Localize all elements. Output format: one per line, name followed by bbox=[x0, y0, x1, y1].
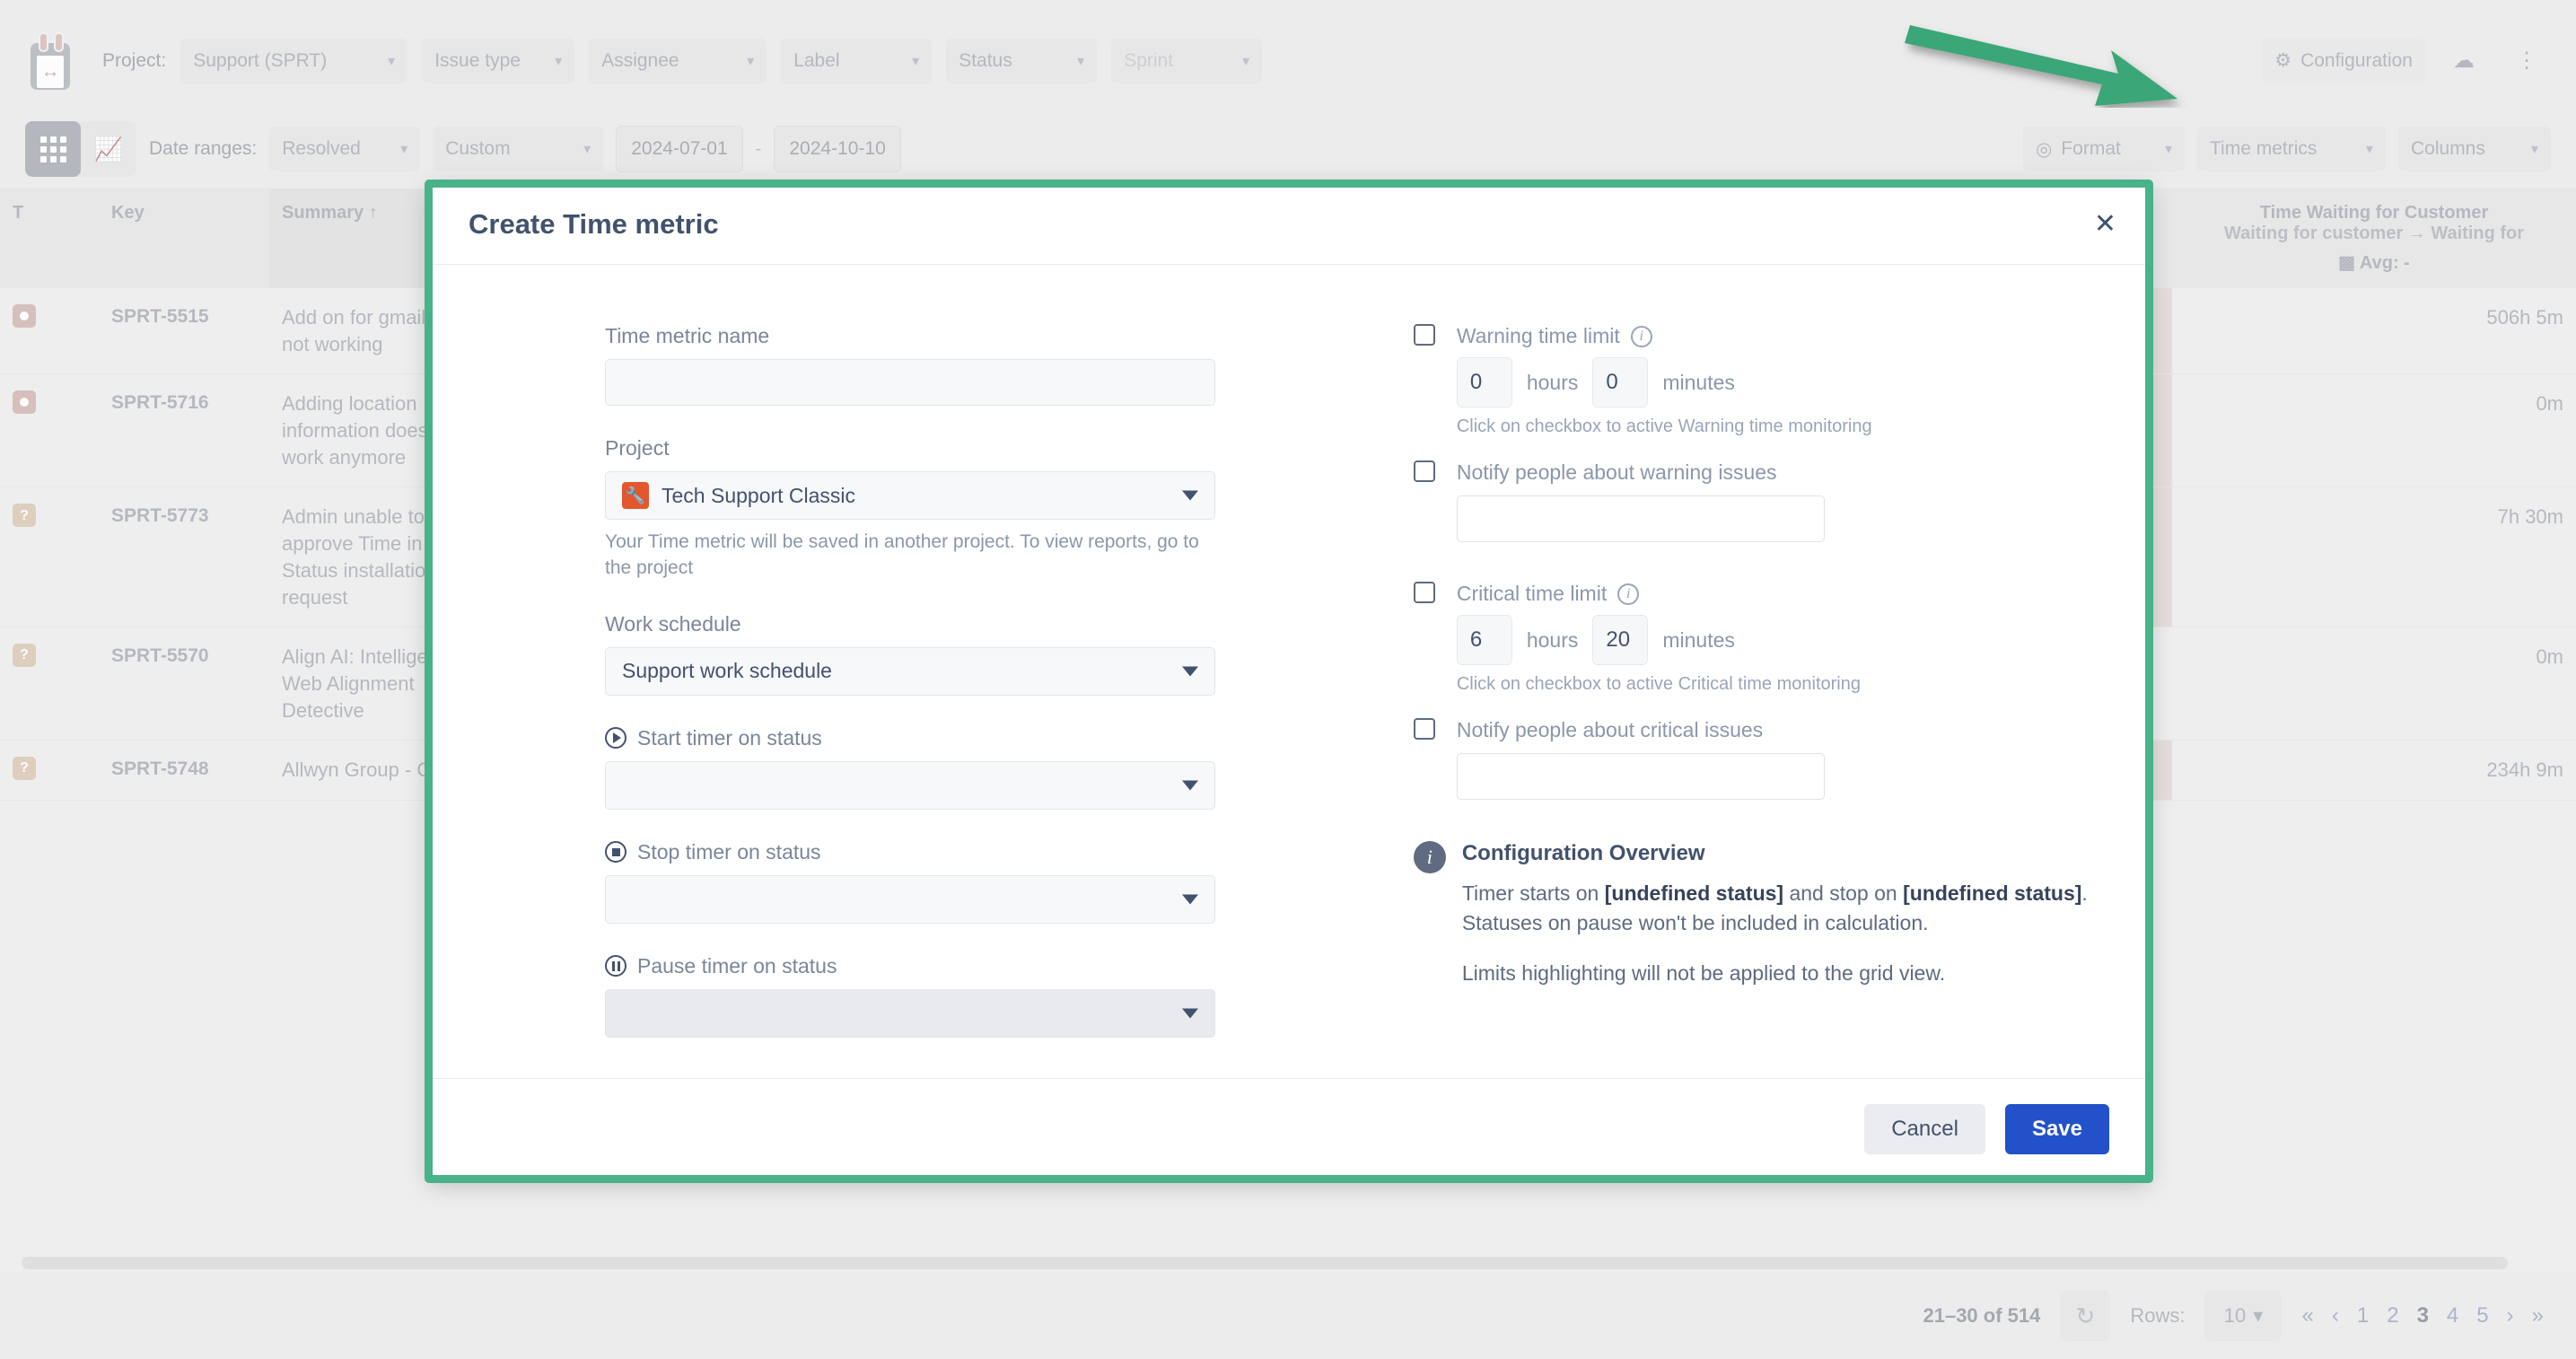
critical-notify-label: Notify people about critical issues bbox=[1456, 718, 1764, 741]
chevron-down-icon bbox=[1182, 490, 1198, 501]
warning-minutes-input[interactable] bbox=[1592, 357, 1649, 408]
chevron-down-icon bbox=[1182, 894, 1198, 905]
configuration-overview-body: Configuration Overview Timer starts on [… bbox=[1462, 841, 2109, 1008]
time-metric-name-label: Time metric name bbox=[605, 324, 770, 347]
stop-timer-row: Stop timer on status bbox=[605, 840, 1313, 864]
stop-timer-select[interactable] bbox=[605, 874, 1215, 924]
warning-notify-checkbox[interactable] bbox=[1413, 460, 1435, 482]
configuration-overview-title: Configuration Overview bbox=[1461, 841, 1705, 865]
pause-timer-select[interactable] bbox=[605, 988, 1215, 1038]
critical-limit-time-row: hours minutes bbox=[1414, 615, 2109, 665]
overview-line1-c: and stop on bbox=[1783, 881, 1904, 905]
work-schedule-value: Support work schedule bbox=[622, 659, 832, 683]
project-hint: Your Time metric will be saved in anothe… bbox=[605, 531, 1199, 579]
chevron-down-icon bbox=[1182, 1008, 1198, 1019]
critical-hours-input[interactable] bbox=[1456, 615, 1512, 665]
work-schedule-label: Work schedule bbox=[605, 611, 741, 636]
overview-line1-b: [undefined status] bbox=[1604, 881, 1784, 905]
start-timer-row: Start timer on status bbox=[605, 726, 1313, 750]
overview-paragraph-2: Limits highlighting will not be applied … bbox=[1461, 960, 1946, 985]
pause-circle-icon bbox=[605, 955, 626, 978]
dialog-left-column: Time metric name Project 🔧 Tech Support … bbox=[469, 304, 1313, 1078]
overview-line1-a: Timer starts on bbox=[1461, 881, 1605, 905]
critical-limit-block: Critical time limit i hours minutes Clic… bbox=[1413, 582, 2109, 800]
info-circle-icon[interactable]: i bbox=[1617, 583, 1640, 605]
start-timer-label: Start timer on status bbox=[637, 725, 822, 750]
overview-line1-d: [undefined status] bbox=[1903, 881, 2082, 905]
configuration-overview: i Configuration Overview Timer starts on… bbox=[1413, 841, 2109, 1008]
critical-minutes-unit: minutes bbox=[1662, 627, 1735, 652]
dialog-right-column: Warning time limit i hours minutes Click… bbox=[1313, 304, 2109, 1078]
dialog-body: Time metric name Project 🔧 Tech Support … bbox=[429, 265, 2149, 1078]
warning-limit-note: Click on checkbox to active Warning time… bbox=[1456, 416, 1872, 436]
critical-limit-header: Critical time limit i bbox=[1414, 582, 2109, 606]
critical-limit-note: Click on checkbox to active Critical tim… bbox=[1456, 674, 1861, 694]
chevron-down-icon bbox=[1182, 780, 1198, 791]
close-icon[interactable]: ✕ bbox=[2094, 211, 2116, 238]
dialog-header: Create Time metric ✕ bbox=[429, 184, 2149, 265]
create-time-metric-dialog: Create Time metric ✕ Time metric name Pr… bbox=[429, 184, 2149, 1179]
dialog-footer: Cancel Save bbox=[429, 1078, 2149, 1179]
critical-notify-input[interactable] bbox=[1456, 753, 1825, 800]
warning-limit-block: Warning time limit i hours minutes Click… bbox=[1413, 324, 2109, 542]
critical-limit-title: Critical time limit bbox=[1456, 582, 1608, 605]
project-select-value: Tech Support Classic bbox=[662, 483, 856, 507]
stop-circle-icon bbox=[605, 841, 626, 864]
project-label: Project bbox=[605, 436, 670, 460]
critical-limit-checkbox[interactable] bbox=[1413, 582, 1435, 603]
warning-notify-label: Notify people about warning issues bbox=[1456, 460, 1777, 484]
warning-notify-input[interactable] bbox=[1456, 495, 1825, 542]
warning-limit-time-row: hours minutes bbox=[1414, 357, 2109, 408]
pause-timer-row: Pause timer on status bbox=[605, 954, 1313, 978]
warning-limit-checkbox[interactable] bbox=[1413, 324, 1435, 346]
critical-minutes-input[interactable] bbox=[1592, 615, 1649, 665]
save-button[interactable]: Save bbox=[2004, 1103, 2109, 1154]
time-metric-name-input[interactable] bbox=[605, 359, 1215, 406]
wrench-icon: 🔧 bbox=[622, 482, 649, 509]
warning-minutes-unit: minutes bbox=[1662, 370, 1735, 394]
chevron-down-icon bbox=[1182, 666, 1198, 677]
warning-hours-input[interactable] bbox=[1456, 357, 1512, 408]
overview-paragraph-1: Timer starts on [undefined status] and s… bbox=[1462, 879, 2109, 939]
cancel-button[interactable]: Cancel bbox=[1864, 1103, 1985, 1154]
start-timer-select[interactable] bbox=[605, 760, 1215, 810]
warning-hours-unit: hours bbox=[1526, 370, 1579, 394]
info-circle-icon: i bbox=[1413, 841, 1446, 873]
work-schedule-select[interactable]: Support work schedule bbox=[605, 646, 1215, 696]
warning-limit-title: Warning time limit bbox=[1456, 324, 1620, 347]
configuration-overview-text: Timer starts on [undefined status] and s… bbox=[1462, 879, 2109, 988]
annotation-arrow-icon bbox=[1905, 25, 2177, 106]
project-select[interactable]: 🔧 Tech Support Classic bbox=[605, 471, 1215, 520]
play-circle-icon bbox=[605, 727, 626, 750]
dialog-title: Create Time metric bbox=[469, 207, 719, 240]
warning-limit-header: Warning time limit i bbox=[1414, 324, 2109, 348]
info-circle-icon[interactable]: i bbox=[1630, 325, 1652, 347]
critical-hours-unit: hours bbox=[1526, 627, 1579, 652]
stop-timer-label: Stop timer on status bbox=[637, 839, 821, 864]
critical-notify-checkbox[interactable] bbox=[1413, 718, 1435, 740]
pause-timer-label: Pause timer on status bbox=[637, 953, 837, 978]
